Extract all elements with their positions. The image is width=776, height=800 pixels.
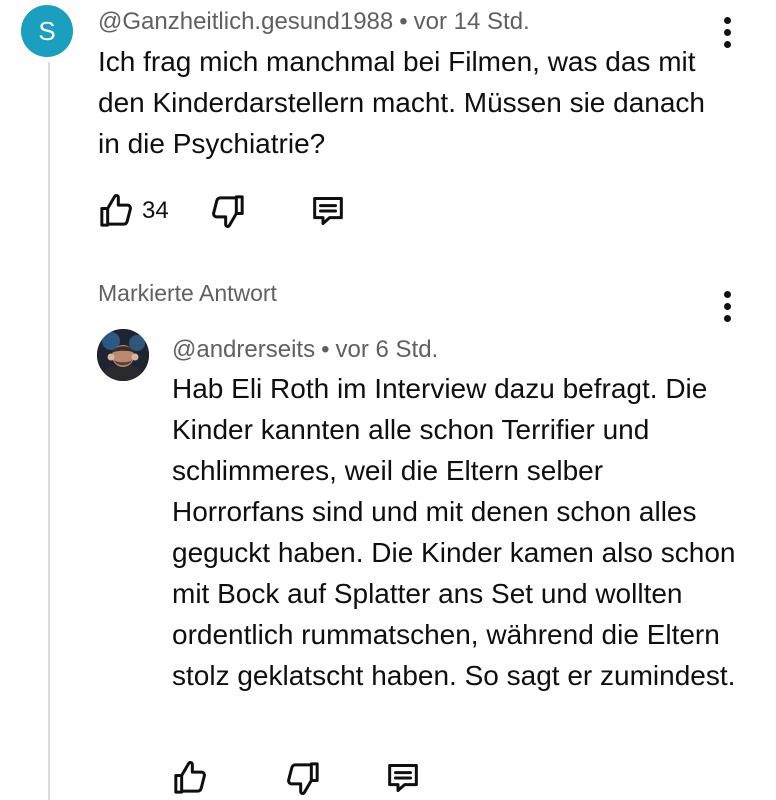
reply-button[interactable] — [308, 191, 348, 231]
comment-author[interactable]: @Ganzheitlich.gesund1988 — [98, 8, 393, 35]
thread-line — [48, 62, 50, 800]
avatar[interactable]: S — [21, 5, 73, 57]
thumbs-up-icon — [174, 761, 206, 794]
like-count: 34 — [142, 197, 169, 224]
header-separator: • — [399, 8, 408, 35]
reply-text: Hab Eli Roth im Interview dazu befragt. … — [172, 373, 736, 691]
reply-comment-icon — [313, 197, 343, 225]
more-dot — [723, 40, 731, 48]
thumbs-down-icon — [212, 195, 244, 228]
more-vertical-icon — [723, 290, 731, 298]
comment-time: vor 14 Std. — [413, 8, 530, 35]
user-avatar-image — [97, 329, 149, 381]
thumbs-up-icon — [100, 194, 132, 227]
comment-header: @Ganzheitlich.gesund1988 • vor 14 Std. — [98, 8, 530, 36]
marked-reply-label: Markierte Antwort — [98, 280, 277, 306]
header-separator: • — [321, 336, 330, 363]
reply-comment-icon — [388, 764, 418, 792]
comment-more-button[interactable] — [715, 12, 739, 52]
reply-header: @andrerseits • vor 6 Std. — [172, 336, 438, 364]
more-dot — [723, 302, 731, 310]
dislike-button[interactable] — [208, 191, 248, 231]
thumbs-down-icon — [287, 762, 319, 795]
reply-avatar[interactable] — [97, 329, 149, 381]
like-button[interactable]: 34 — [96, 191, 169, 231]
reply-like-button[interactable] — [170, 758, 210, 798]
reply-author[interactable]: @andrerseits — [172, 336, 315, 363]
reply-time: vor 6 Std. — [335, 336, 439, 363]
comment-text: Ich frag mich manchmal bei Filmen, was d… — [98, 46, 706, 159]
reply-reply-button[interactable] — [383, 758, 423, 798]
reply-more-button[interactable] — [715, 286, 739, 326]
reply-dislike-button[interactable] — [283, 758, 323, 798]
more-dot — [723, 314, 731, 322]
more-vertical-icon — [723, 16, 731, 24]
more-dot — [723, 28, 731, 36]
